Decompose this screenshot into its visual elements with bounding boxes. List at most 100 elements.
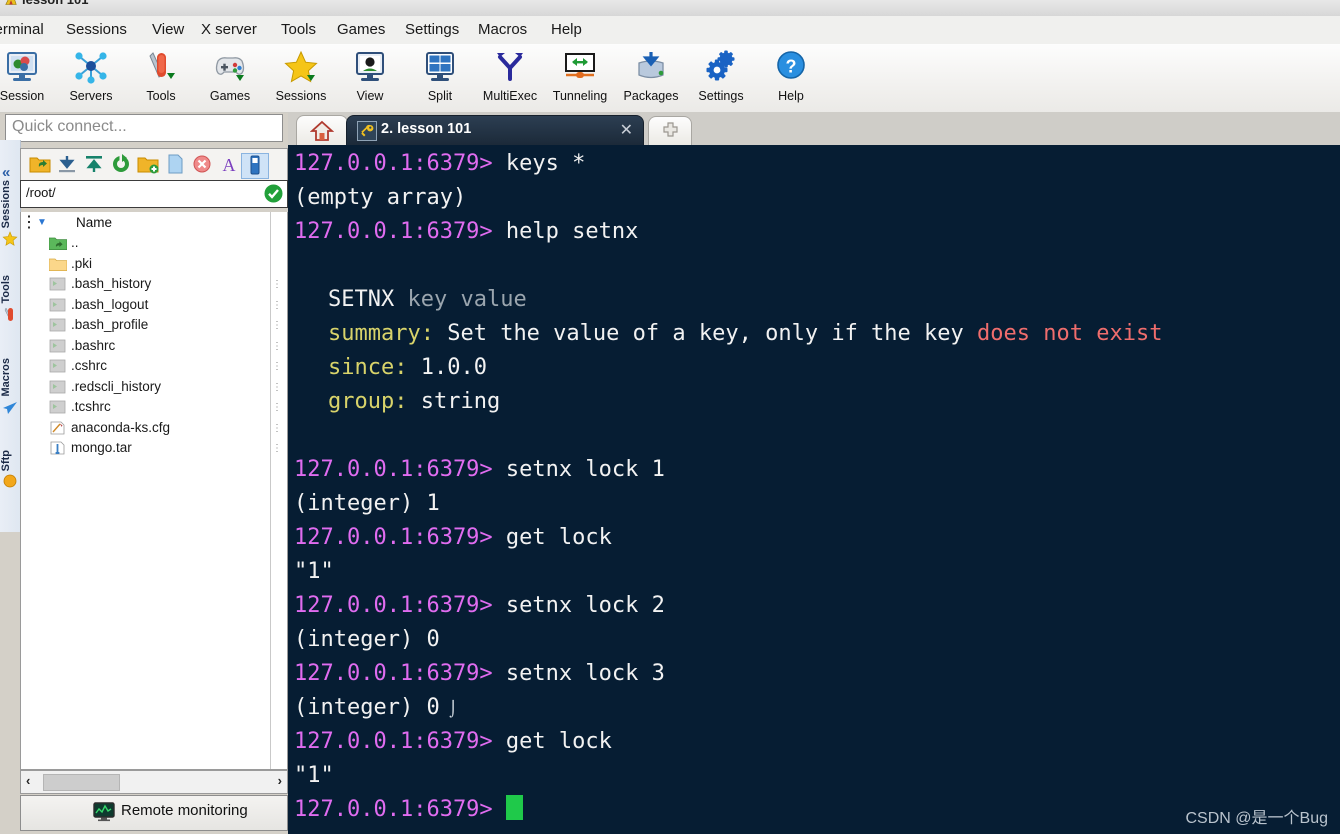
- sftp-path-value: /root/: [26, 185, 56, 200]
- archive-file-icon: [49, 441, 67, 456]
- list-item[interactable]: .pki: [21, 255, 287, 276]
- file-icon: [49, 298, 67, 313]
- menu-item-sessions[interactable]: Sessions: [66, 21, 127, 38]
- terminal-line: 127.0.0.1:6379> setnx lock 2: [294, 589, 665, 623]
- rail-tab-tools-label: Tools: [0, 275, 12, 304]
- menu-item-games[interactable]: Games: [337, 21, 385, 38]
- session-icon: [0, 49, 53, 89]
- list-item[interactable]: mongo.tar ⋮: [21, 439, 287, 460]
- terminal-tab-active[interactable]: 2. lesson 101 ✕: [346, 115, 644, 146]
- ssh-key-icon: [357, 121, 377, 146]
- toolbar-button-games[interactable]: Games: [199, 47, 261, 109]
- parent-folder-icon[interactable]: [27, 153, 53, 177]
- file-list-horizontal-scrollbar[interactable]: ‹ ›: [20, 770, 288, 794]
- terminal-output-text: (integer) 1: [294, 491, 440, 516]
- menu-item-settings[interactable]: Settings: [405, 21, 459, 38]
- toolbar-button-settings[interactable]: Settings: [690, 47, 752, 109]
- tunneling-icon: [549, 49, 611, 89]
- menu-item-xserver[interactable]: X server: [201, 21, 257, 38]
- help-icon: ?: [760, 49, 822, 89]
- list-item[interactable]: .bash_profile ⋮: [21, 316, 287, 337]
- toolbar-button-packages[interactable]: Packages: [620, 47, 682, 109]
- toolbar-button-servers[interactable]: Servers: [60, 47, 122, 109]
- delete-icon[interactable]: [189, 153, 215, 177]
- toolbar-button-split[interactable]: Split: [409, 47, 471, 109]
- list-item[interactable]: .bashrc ⋮: [21, 337, 287, 358]
- sftp-path-bar[interactable]: /root/: [20, 180, 288, 208]
- toolbar-button-tunneling[interactable]: Tunneling: [549, 47, 611, 109]
- toolbar-button-help[interactable]: ? Help: [760, 47, 822, 109]
- list-item[interactable]: ..: [21, 234, 287, 255]
- terminal-prompt: 127.0.0.1:6379>: [294, 525, 493, 550]
- file-column-header-name[interactable]: Name: [76, 215, 112, 230]
- close-icon[interactable]: ✕: [620, 120, 633, 140]
- terminal-prompt: 127.0.0.1:6379>: [294, 661, 493, 686]
- scrollbar-thumb[interactable]: [43, 774, 120, 791]
- file-name: .cshrc: [71, 358, 108, 373]
- follow-terminal-icon[interactable]: [241, 153, 269, 179]
- terminal-output-text: (empty array): [294, 185, 467, 210]
- help-value-since: 1.0.0: [407, 355, 487, 380]
- terminal-output-text: "1": [294, 763, 334, 788]
- terminal-prompt: 127.0.0.1:6379>: [294, 151, 493, 176]
- upload-icon[interactable]: [81, 153, 107, 177]
- download-icon[interactable]: [54, 153, 80, 177]
- rail-tab-sessions[interactable]: Sessions: [0, 180, 20, 266]
- list-item[interactable]: .redscli_history ⋮: [21, 378, 287, 399]
- file-name: .bash_history: [71, 276, 152, 291]
- toolbar-button-multiexec[interactable]: MultiExec: [479, 47, 541, 109]
- list-item[interactable]: .cshrc ⋮: [21, 357, 287, 378]
- toolbar-button-session[interactable]: Session: [0, 47, 53, 109]
- sort-chevron-down-icon[interactable]: ▼: [37, 217, 47, 228]
- scroll-right-arrow[interactable]: ›: [278, 773, 282, 788]
- help-key-since: since:: [328, 355, 408, 380]
- menu-item-view[interactable]: View: [152, 21, 184, 38]
- toolbar-label-sessions: Sessions: [275, 89, 327, 103]
- list-item[interactable]: .tcshrc ⋮: [21, 398, 287, 419]
- paperplane-icon: [0, 400, 20, 421]
- quick-connect-input[interactable]: Quick connect...: [5, 114, 283, 142]
- menu-item-terminal[interactable]: Terminal: [0, 21, 44, 38]
- mobaxterm-window: lesson 101 Terminal Sessions View X serv…: [0, 0, 1340, 834]
- new-folder-icon[interactable]: [135, 153, 161, 177]
- help-key-group: group:: [328, 389, 408, 414]
- toolbar-label-split: Split: [427, 89, 453, 103]
- remote-monitoring-button[interactable]: Remote monitoring: [20, 795, 288, 831]
- home-tab[interactable]: [296, 115, 348, 146]
- terminal-command: setnx lock 3: [492, 661, 665, 686]
- toolbar-label-games: Games: [209, 89, 251, 103]
- rail-tab-macros[interactable]: Macros: [0, 358, 20, 438]
- file-name: .bash_profile: [71, 317, 149, 332]
- menu-item-macros[interactable]: Macros: [478, 21, 527, 38]
- file-name: .bash_logout: [71, 296, 149, 312]
- file-meta: ⋮: [272, 381, 282, 393]
- add-tab-button[interactable]: [648, 116, 692, 145]
- toolbar-label-view: View: [356, 89, 384, 103]
- list-item[interactable]: .bash_history ⋮: [21, 275, 287, 296]
- toolbar-button-view[interactable]: View: [339, 47, 401, 109]
- menu-item-help[interactable]: Help: [551, 21, 582, 38]
- main-toolbar: Session Servers Tools Games Sessions Vie…: [0, 44, 1340, 113]
- terminal-line: 127.0.0.1:6379> get lock: [294, 725, 612, 759]
- file-meta: ⋮: [272, 340, 282, 352]
- toolbar-button-sessions[interactable]: Sessions: [270, 47, 332, 109]
- rail-tab-tools[interactable]: Tools: [0, 275, 20, 347]
- collapse-sidebar-icon[interactable]: «: [2, 164, 10, 181]
- list-item[interactable]: .bash_logout ⋮: [21, 296, 287, 317]
- rail-tab-sftp[interactable]: Sftp: [0, 450, 20, 510]
- svg-text:?: ?: [786, 57, 797, 77]
- file-list[interactable]: .. .pki .bash_history ⋮ .bash_logout ⋮ .…: [20, 234, 288, 770]
- text-mode-icon[interactable]: A: [216, 153, 242, 177]
- packages-icon: [620, 49, 682, 89]
- toolbar-label-session: Session: [0, 89, 45, 103]
- toolbar-button-tools[interactable]: Tools: [130, 47, 192, 109]
- refresh-icon[interactable]: [108, 153, 134, 177]
- menu-item-tools[interactable]: Tools: [281, 21, 316, 38]
- help-command-args: key value: [394, 287, 527, 312]
- scroll-left-arrow[interactable]: ‹: [26, 773, 30, 788]
- terminal-tab-strip: 2. lesson 101 ✕: [288, 112, 1340, 146]
- list-item[interactable]: anaconda-ks.cfg ⋮: [21, 419, 287, 440]
- terminal-line: "1": [294, 759, 334, 793]
- terminal-output[interactable]: 127.0.0.1:6379> keys * (empty array) 127…: [288, 145, 1340, 834]
- new-file-icon[interactable]: [162, 153, 188, 177]
